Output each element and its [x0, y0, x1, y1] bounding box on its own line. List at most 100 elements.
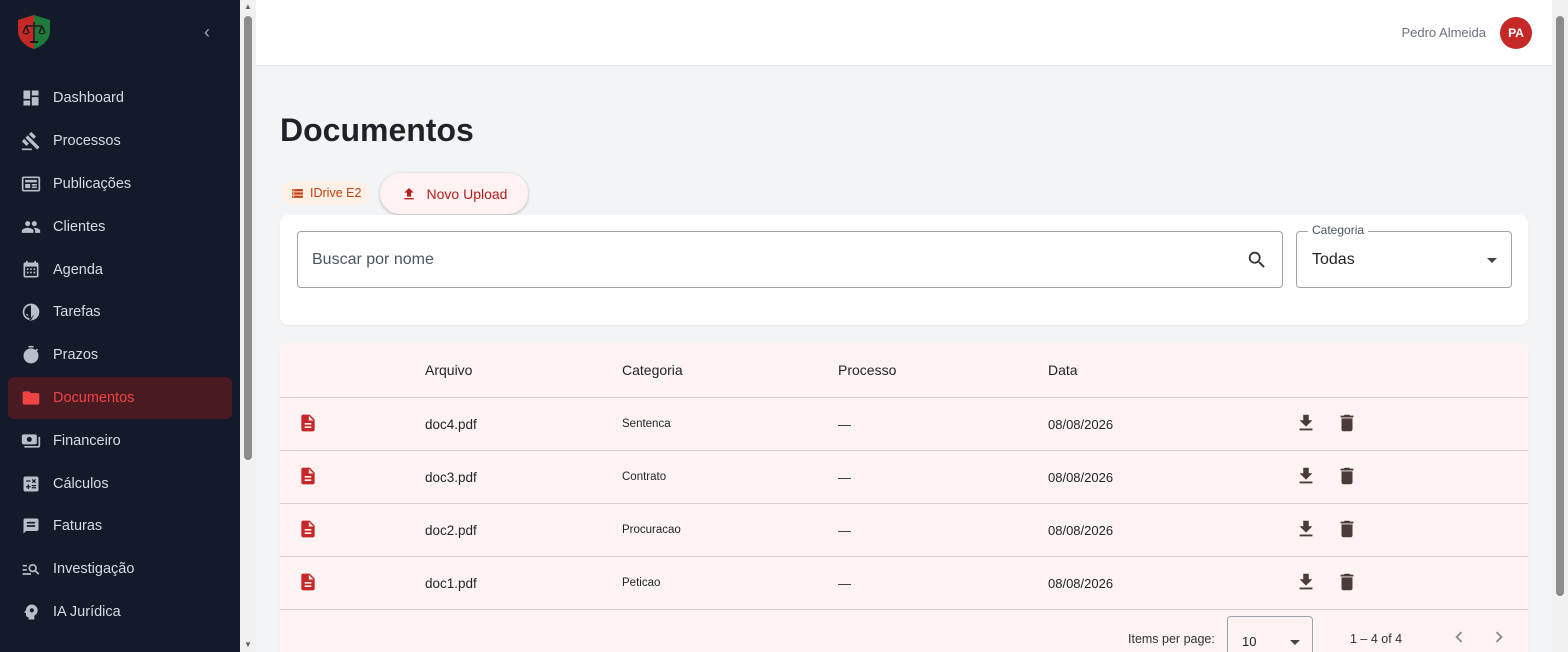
scroll-down-icon[interactable]: ▼ — [243, 640, 253, 650]
file-pdf-icon — [298, 412, 318, 432]
file-date: 08/08/2026 — [1048, 523, 1114, 538]
sidebar-item-documentos[interactable]: Documentos — [8, 376, 232, 420]
column-header-processo[interactable]: Processo — [838, 362, 896, 378]
file-name[interactable]: doc3.pdf — [425, 470, 477, 485]
dropdown-arrow-icon — [1487, 258, 1497, 263]
user-name: Pedro Almeida — [1401, 25, 1486, 40]
dashboard-icon — [20, 87, 42, 109]
table-row[interactable]: doc2.pdf Procuracao — 08/08/2026 — [280, 504, 1528, 557]
storage-icon — [292, 188, 303, 198]
sidebar-item-calculos[interactable]: Cálculos — [8, 462, 232, 505]
file-category: Contrato — [622, 471, 667, 483]
new-upload-button[interactable]: Novo Upload — [380, 173, 528, 214]
sidebar-item-publicacoes[interactable]: Publicações — [8, 163, 232, 206]
sidebar-item-label: Publicações — [53, 175, 132, 192]
collapse-sidebar-button[interactable]: ‹ — [198, 22, 216, 42]
table-header: Arquivo Categoria Processo Data — [280, 342, 1528, 398]
download-icon[interactable] — [1295, 465, 1319, 489]
scrollbar-thumb[interactable] — [244, 16, 252, 460]
sidebar-item-label: Dashboard — [53, 90, 124, 107]
calendar-icon — [20, 259, 42, 281]
sidebar-item-processos[interactable]: Processos — [8, 120, 232, 163]
sidebar-item-dashboard[interactable]: Dashboard — [8, 77, 232, 120]
timer-icon — [20, 344, 42, 366]
delete-icon[interactable] — [1336, 412, 1360, 436]
items-per-page-select[interactable]: 10 — [1227, 616, 1313, 652]
sidebar-item-financeiro[interactable]: Financeiro — [8, 419, 232, 462]
delete-icon[interactable] — [1336, 571, 1360, 595]
scroll-up-icon[interactable]: ▲ — [243, 2, 253, 12]
money-icon — [20, 430, 42, 452]
sidebar-item-label: Cálculos — [53, 475, 109, 492]
avatar[interactable]: PA — [1500, 17, 1532, 49]
sidebar-item-label: Faturas — [53, 518, 103, 535]
sidebar-item-ia-juridica[interactable]: IA Jurídica — [8, 591, 232, 634]
file-date: 08/08/2026 — [1048, 470, 1114, 485]
delete-icon[interactable] — [1336, 465, 1360, 489]
sidebar-item-faturas[interactable]: Faturas — [8, 505, 232, 548]
scrollbar-thumb[interactable] — [1556, 16, 1564, 596]
search-icon[interactable] — [1246, 249, 1268, 271]
storage-badge-label: IDrive E2 — [310, 186, 362, 200]
check-circle-icon — [20, 301, 42, 323]
column-header-data[interactable]: Data — [1048, 362, 1078, 378]
sidebar: ‹ Dashboard Processos Publicações Client… — [0, 0, 240, 652]
filter-card: Categoria Todas — [280, 215, 1528, 325]
items-per-page-label: Items per page: — [1128, 632, 1215, 646]
sidebar-item-agenda[interactable]: Agenda — [8, 248, 232, 291]
file-name[interactable]: doc4.pdf — [425, 417, 477, 432]
download-icon[interactable] — [1295, 571, 1319, 595]
file-name[interactable]: doc1.pdf — [425, 576, 477, 591]
sidebar-item-label: Documentos — [53, 389, 135, 406]
column-header-arquivo[interactable]: Arquivo — [425, 362, 472, 378]
paginator: Items per page: 10 1 – 4 of 4 — [280, 612, 1528, 652]
items-per-page-value: 10 — [1242, 634, 1257, 649]
table-row[interactable]: doc1.pdf Peticao — 08/08/2026 — [280, 557, 1528, 610]
storage-badge: IDrive E2 — [282, 181, 371, 205]
download-icon[interactable] — [1295, 518, 1319, 542]
sidebar-item-investigacao[interactable]: Investigação — [8, 548, 232, 591]
category-select-value: Todas — [1312, 251, 1355, 268]
chevron-left-icon: ‹ — [204, 22, 210, 42]
sidebar-item-label: IA Jurídica — [53, 603, 121, 620]
search-input[interactable] — [312, 232, 1212, 287]
table-row[interactable]: doc3.pdf Contrato — 08/08/2026 — [280, 451, 1528, 504]
file-process: — — [838, 523, 851, 538]
sidebar-scrollbar[interactable]: ▲ ▼ — [240, 0, 256, 652]
folder-icon — [20, 387, 42, 409]
sidebar-item-prazos[interactable]: Prazos — [8, 334, 232, 377]
psychology-icon — [20, 601, 42, 623]
file-process: — — [838, 576, 851, 591]
dropdown-arrow-icon — [1290, 640, 1300, 645]
delete-icon[interactable] — [1336, 518, 1360, 542]
chevron-right-icon[interactable] — [1488, 626, 1512, 650]
page-scrollbar[interactable] — [1552, 0, 1568, 652]
new-upload-label: Novo Upload — [426, 185, 508, 202]
file-category: Procuracao — [622, 524, 681, 536]
sidebar-item-label: Tarefas — [53, 304, 101, 321]
manage-search-icon — [20, 558, 42, 580]
upload-icon — [403, 187, 414, 199]
page-title: Documentos — [280, 112, 474, 148]
search-field[interactable] — [297, 231, 1283, 288]
file-date: 08/08/2026 — [1048, 417, 1114, 432]
sidebar-item-tarefas[interactable]: Tarefas — [8, 291, 232, 334]
column-header-categoria[interactable]: Categoria — [622, 362, 683, 378]
download-icon[interactable] — [1295, 412, 1319, 436]
newspaper-icon — [20, 173, 42, 195]
chevron-left-icon[interactable] — [1448, 626, 1472, 650]
top-bar: Pedro Almeida PA — [256, 0, 1552, 66]
sidebar-item-label: Prazos — [53, 347, 99, 364]
category-select[interactable]: Categoria Todas — [1296, 223, 1512, 288]
table-row[interactable]: doc4.pdf Sentenca — 08/08/2026 — [280, 398, 1528, 451]
category-select-label: Categoria — [1308, 223, 1369, 237]
documents-table: Arquivo Categoria Processo Data doc4.pdf… — [280, 342, 1528, 652]
file-category: Sentenca — [622, 418, 671, 430]
file-pdf-icon — [298, 465, 318, 485]
file-category: Peticao — [622, 577, 661, 589]
app-logo[interactable] — [16, 14, 52, 50]
file-name[interactable]: doc2.pdf — [425, 523, 477, 538]
sidebar-item-clientes[interactable]: Clientes — [8, 205, 232, 248]
page-range-label: 1 – 4 of 4 — [1350, 632, 1403, 646]
sidebar-item-label: Financeiro — [53, 432, 121, 449]
